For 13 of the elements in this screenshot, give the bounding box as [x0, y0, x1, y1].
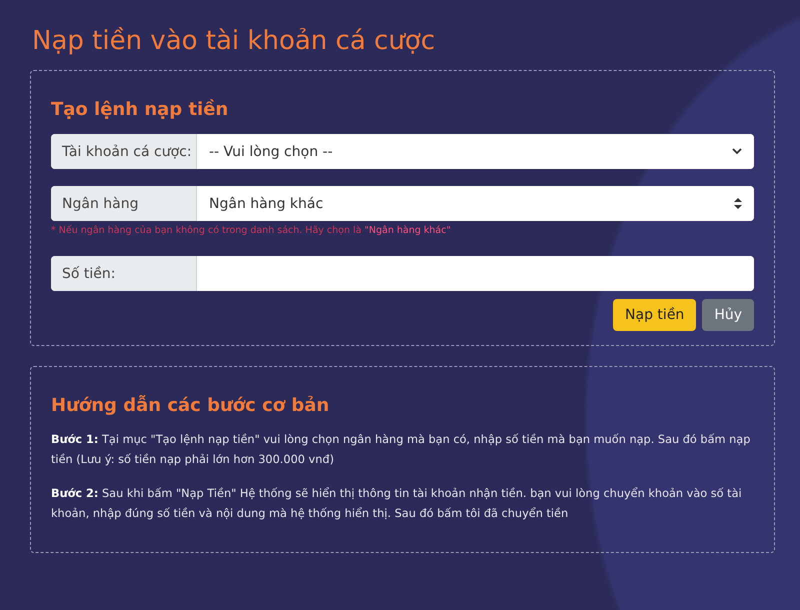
guide-title: Hướng dẫn các bước cơ bản [51, 395, 330, 416]
step-text: Bước 2: Sau khi bấm "Nạp Tiền" Hệ thống sẽ hiển thị thông tin tài khoản nhận tiền. bạn vui lòng chuyển khoản vào số tài khoản, nhập đúng số tiền và nội dung mà hệ thống hiển thị. Sau đó bấm tôi đã chuyển tiền [51, 486, 743, 522]
form-title: Tạo lệnh nạp tiền [51, 99, 230, 120]
field-label: Tài khoản cá cược: [51, 134, 197, 169]
hint-text: * Nếu ngân hàng của bạn không có trong danh sách. Hãy chọn là "Ngân hàng khác" [51, 225, 452, 236]
cancel-button[interactable]: Hủy [702, 299, 754, 331]
step-text: Bước 1: Tại mục "Tạo lệnh nạp tiền" vui lòng chọn ngân hàng mà bạn có, nhập số tiền mà bạn muốn nạp. Sau đó bấm nạp tiền (Lưu ý: số tiền nạp phải lớn hơn 300.000 vnđ) [51, 432, 752, 468]
deposit-button[interactable]: Nạp tiền [613, 299, 696, 331]
chevron-down-icon [732, 148, 742, 155]
field-label: Ngân hàng [51, 186, 197, 221]
sort-arrows-icon [734, 198, 742, 209]
field-label: Số tiền: [51, 256, 197, 291]
page-title: Nạp tiền vào tài khoản cá cược [32, 26, 436, 56]
